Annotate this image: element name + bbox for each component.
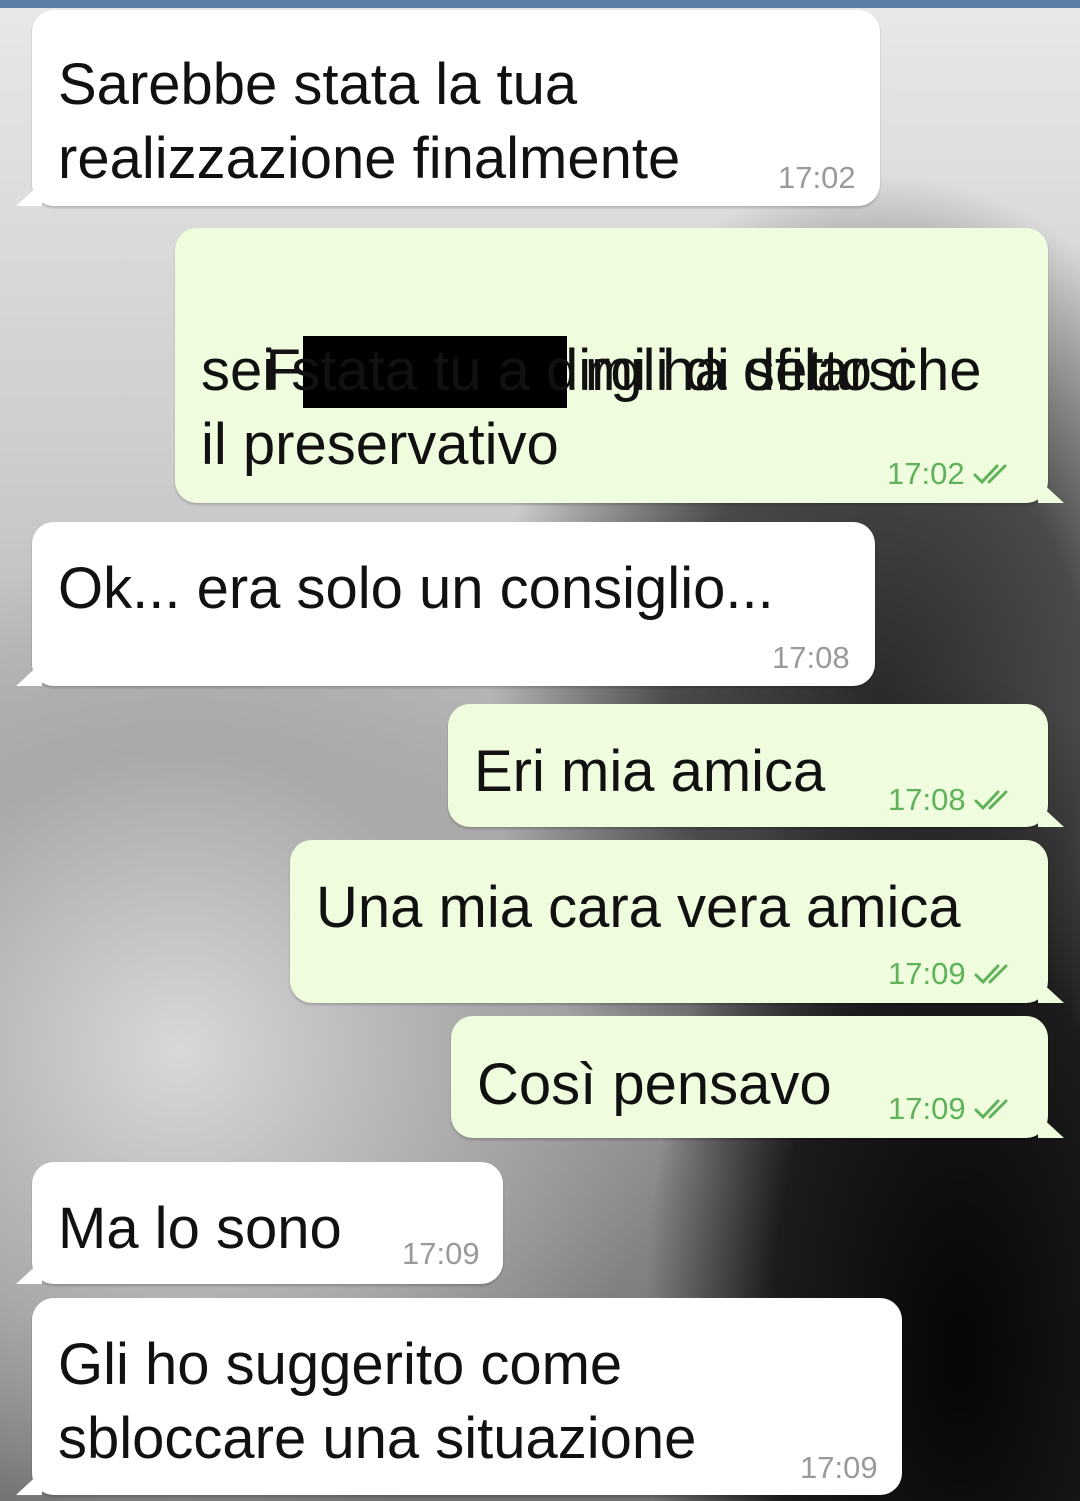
message-bubble-incoming[interactable]: Sarebbe stata la tua realizzazione final… bbox=[16, 10, 880, 206]
double-check-icon bbox=[974, 790, 1008, 811]
message-time: 17:09 bbox=[888, 1091, 966, 1126]
double-check-icon bbox=[974, 964, 1008, 985]
message-meta: 17:09 bbox=[888, 956, 1020, 992]
message-meta: 17:08 bbox=[888, 782, 1020, 818]
message-bubble-outgoing[interactable]: Eri mia amica 17:08 bbox=[448, 704, 1064, 827]
message-time: 17:08 bbox=[772, 640, 850, 675]
message-time: 17:08 bbox=[888, 782, 966, 817]
message-bubble-incoming[interactable]: Ma lo sono 17:09 bbox=[16, 1162, 503, 1284]
message-meta: 17:09 bbox=[800, 1450, 878, 1486]
message-text-line: realizzazione finalmente bbox=[58, 126, 681, 191]
message-text-line: il preservativo bbox=[201, 412, 559, 477]
message-time: 17:02 bbox=[887, 456, 965, 491]
message-text-line: Ma lo sono bbox=[58, 1196, 342, 1261]
message-text-line: Gli ho suggerito come bbox=[58, 1332, 623, 1397]
app-top-bar bbox=[0, 0, 1080, 8]
message-time: 17:09 bbox=[800, 1450, 878, 1485]
message-bubble-outgoing[interactable]: Fmi ha detto che sei stata tu a dirgli d… bbox=[175, 228, 1064, 503]
message-meta: 17:08 bbox=[772, 640, 850, 676]
message-text-line: sei stata tu a dirgli di sfilarsi bbox=[201, 338, 911, 403]
message-text-line: sbloccare una situazione bbox=[58, 1406, 697, 1471]
double-check-icon bbox=[973, 464, 1007, 485]
message-text-line: Sarebbe stata la tua bbox=[58, 52, 578, 117]
message-meta: 17:09 bbox=[888, 1091, 1020, 1127]
message-bubble-incoming[interactable]: Ok... era solo un consiglio... 17:08 bbox=[16, 522, 875, 686]
message-meta: 17:02 bbox=[778, 160, 856, 196]
message-text-line: Ok... era solo un consiglio... bbox=[58, 556, 774, 621]
message-time: 17:02 bbox=[778, 160, 856, 195]
message-text-line: Così pensavo bbox=[477, 1052, 832, 1117]
message-meta: 17:09 bbox=[402, 1236, 480, 1272]
message-bubble-incoming[interactable]: Gli ho suggerito come sbloccare una situ… bbox=[16, 1298, 902, 1495]
message-text-line: Eri mia amica bbox=[474, 739, 826, 804]
double-check-icon bbox=[974, 1099, 1008, 1120]
message-text-line: Una mia cara vera amica bbox=[316, 875, 961, 940]
message-time: 17:09 bbox=[402, 1236, 480, 1271]
message-time: 17:09 bbox=[888, 956, 966, 991]
message-meta: 17:02 bbox=[887, 456, 1019, 492]
message-bubble-outgoing[interactable]: Così pensavo 17:09 bbox=[451, 1016, 1064, 1138]
message-bubble-outgoing[interactable]: Una mia cara vera amica 17:09 bbox=[290, 840, 1064, 1003]
